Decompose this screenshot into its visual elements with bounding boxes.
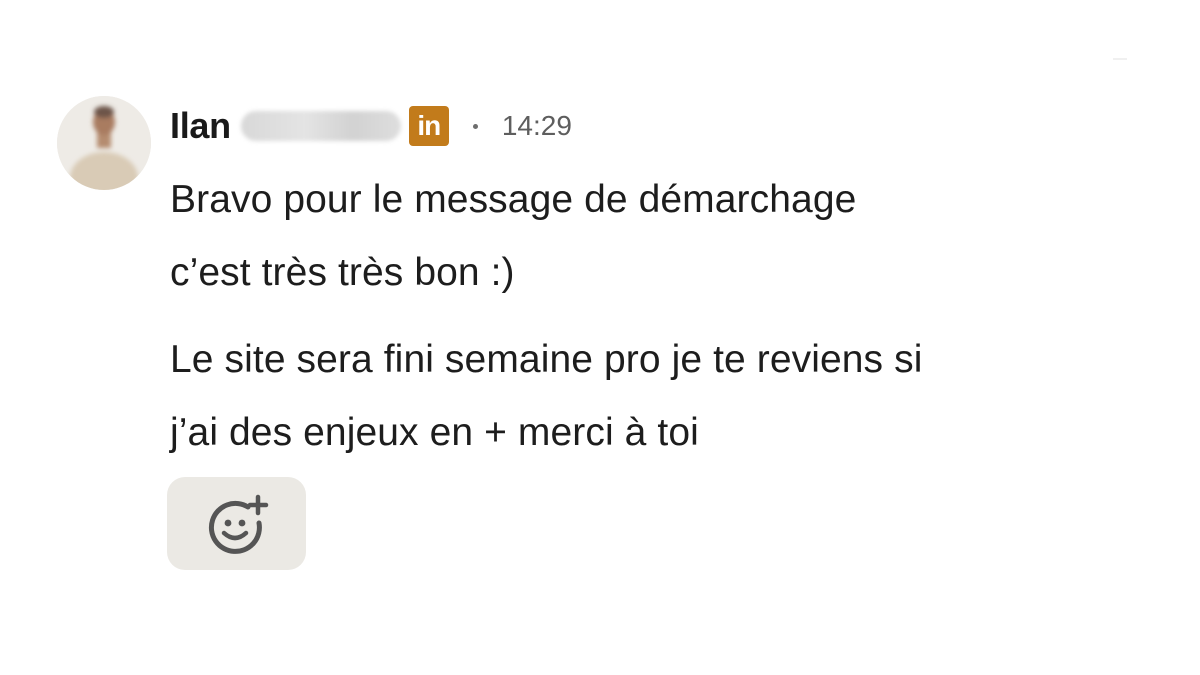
message-paragraph-2: Le site sera fini semaine pro je te revi… <box>170 323 1130 469</box>
message-line: Le site sera fini semaine pro je te revi… <box>170 338 923 381</box>
avatar-photo <box>57 96 151 190</box>
message-paragraph-1: Bravo pour le message de démarchage c’es… <box>170 163 1130 309</box>
separator-dot <box>472 123 478 129</box>
redacted-last-name <box>240 111 401 141</box>
add-reaction-button[interactable] <box>167 477 306 570</box>
message-line: j’ai des enjeux en + merci à toi <box>170 411 699 454</box>
top-divider-tick <box>1113 58 1127 60</box>
avatar[interactable] <box>57 96 151 190</box>
message-line: Bravo pour le message de démarchage <box>170 178 857 221</box>
add-reaction-icon <box>208 494 268 554</box>
linkedin-icon: in <box>408 106 449 146</box>
message-timestamp: 14:29 <box>501 110 572 141</box>
message-line: c’est très très bon :) <box>170 251 515 294</box>
message-header: Ilan in 14:29 <box>170 100 572 152</box>
sender-name[interactable]: Ilan <box>170 105 231 147</box>
